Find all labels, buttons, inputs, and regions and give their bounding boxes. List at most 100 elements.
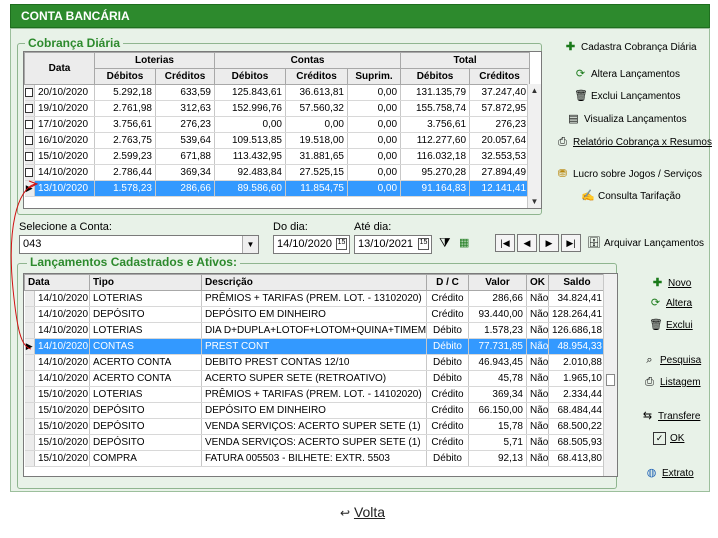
row-indicator[interactable]: [24, 402, 35, 419]
cobranca-row[interactable]: 14/10/2020 2.786,44 369,34 92.483,84 27.525,…: [24, 164, 531, 181]
cell: 14/10/2020: [34, 338, 90, 355]
lancamento-row[interactable]: 14/10/2020 ACERTO CONTA ACERTO SUPER SETE …: [24, 370, 606, 387]
cobranca-row[interactable]: 17/10/2020 3.756,61 276,23 0,00 0,00 0,00 3.75…: [24, 116, 531, 133]
cell: 11.854,75: [285, 180, 348, 197]
calendar-icon[interactable]: 15: [418, 238, 429, 250]
do-dia-field[interactable]: 14/10/2020 15: [273, 235, 350, 254]
globe-icon: ◍: [646, 467, 657, 479]
col-header[interactable]: Débitos: [214, 68, 286, 85]
lancamentos-scrollbar[interactable]: [603, 274, 617, 476]
calendar-icon[interactable]: 15: [336, 238, 347, 250]
cadastra-cobranca-button[interactable]: ✚ Cadastra Cobrança Diária: [564, 41, 697, 54]
altera-button[interactable]: ⟳ Altera: [649, 297, 692, 310]
cell: 14/10/2020: [34, 322, 90, 339]
filter-icon[interactable]: ⧩: [439, 235, 451, 251]
exclui-lancamentos-button[interactable]: 🗑 Exclui Lançamentos: [574, 90, 681, 103]
nav-last-button[interactable]: ▶|: [561, 234, 581, 252]
lancamento-row[interactable]: 15/10/2020 COMPRA FATURA 005503 - BILHETE:…: [24, 450, 606, 467]
row-indicator[interactable]: [24, 370, 35, 387]
col-header[interactable]: Tipo: [89, 274, 202, 291]
row-indicator[interactable]: [24, 386, 35, 403]
transfere-button[interactable]: ⇆ Transfere: [641, 410, 701, 423]
col-header[interactable]: Descrição: [201, 274, 427, 291]
cobranca-row[interactable]: ▶ 13/10/2020 1.578,23 286,66 89.586,60 11.854…: [24, 180, 531, 197]
lancamento-row[interactable]: 15/10/2020 DEPÓSITO VENDA SERVIÇOS: ACERTO…: [24, 434, 606, 451]
cell: 276,23: [469, 116, 531, 133]
nav-prev-button[interactable]: ◀: [517, 234, 537, 252]
cell: ACERTO CONTA: [89, 354, 202, 371]
lancamento-row[interactable]: 14/10/2020 DEPÓSITO DEPÓSITO EM DINHEIRO Cr…: [24, 306, 606, 323]
col-header[interactable]: Saldo: [548, 274, 606, 291]
cell: Crédito: [426, 434, 469, 451]
cell: 125.843,61: [214, 84, 286, 101]
ate-dia-label: Até dia:: [354, 221, 392, 233]
altera-lancamentos-button[interactable]: ⟳ Altera Lançamentos: [574, 68, 680, 81]
relatorio-button[interactable]: ⎙ Relatório Cobrança x Resumos: [556, 136, 712, 149]
refresh-icon: ⟳: [575, 68, 586, 80]
col-header[interactable]: OK: [526, 274, 549, 291]
ate-dia-field[interactable]: 13/10/2021 15: [354, 235, 432, 254]
lancamento-row[interactable]: 14/10/2020 LOTERIAS PRÊMIOS + TARIFAS (PRE…: [24, 290, 606, 307]
col-header[interactable]: D / C: [426, 274, 469, 291]
volta-button[interactable]: ↩ Volta: [340, 504, 385, 520]
row-indicator[interactable]: [24, 450, 35, 467]
lancamento-row[interactable]: 14/10/2020 LOTERIAS DIA D+DUPLA+LOTOF+LOTO…: [24, 322, 606, 339]
lancamento-row[interactable]: 15/10/2020 LOTERIAS PRÊMIOS + TARIFAS (PRE…: [24, 386, 606, 403]
ok-button[interactable]: ✓ OK: [653, 432, 684, 445]
lancamentos-grid[interactable]: Data Tipo Descrição D / C Valor OK Saldo…: [23, 273, 618, 477]
col-header[interactable]: Suprim.: [346, 68, 402, 85]
cell: 2.763,75: [94, 132, 156, 149]
cobranca-row[interactable]: 19/10/2020 2.761,98 312,63 152.996,76 57.560…: [24, 100, 531, 117]
consulta-tarifacao-button[interactable]: ✍ Consulta Tarifação: [581, 190, 681, 203]
cell: 2.010,88: [548, 354, 606, 371]
col-header[interactable]: Débitos: [400, 68, 471, 85]
col-header[interactable]: Débitos: [94, 68, 156, 85]
lancamento-row[interactable]: 14/10/2020 ACERTO CONTA DEBITO PREST CONTA…: [24, 354, 606, 371]
extrato-button[interactable]: ◍ Extrato: [645, 467, 694, 480]
row-indicator[interactable]: [24, 434, 35, 451]
cell: LOTERIAS: [89, 386, 202, 403]
cobranca-scrollbar[interactable]: ▲ ▼: [527, 84, 541, 208]
cobranca-row[interactable]: 16/10/2020 2.763,75 539,64 109.513,85 19.518…: [24, 132, 531, 149]
transfer-icon: ⇆: [642, 410, 653, 422]
novo-button[interactable]: ✚ Novo: [651, 277, 691, 290]
cell: 109.513,85: [214, 132, 286, 149]
arquivar-button[interactable]: 🗄 Arquivar Lançamentos: [587, 237, 704, 250]
window-body: Cobrança Diária Data Loterias Contas Tot…: [10, 28, 712, 492]
col-header[interactable]: Créditos: [155, 68, 215, 85]
col-header[interactable]: Créditos: [285, 68, 348, 85]
visualiza-lancamentos-button[interactable]: ▤ Visualiza Lançamentos: [567, 113, 686, 126]
next-icon: ▶: [545, 238, 553, 248]
cell: Não: [526, 322, 549, 339]
cell: 95.270,28: [400, 164, 471, 181]
lucro-button[interactable]: ⛃ Lucro sobre Jogos / Serviços: [556, 168, 702, 181]
lancamento-row[interactable]: 15/10/2020 DEPÓSITO VENDA SERVIÇOS: ACERTO…: [24, 418, 606, 435]
scroll-down-icon[interactable]: ▼: [528, 197, 541, 206]
first-icon: |◀: [500, 238, 510, 248]
pesquisa-button[interactable]: ⌕ Pesquisa: [643, 354, 701, 367]
col-group-contas: Contas: [213, 52, 402, 69]
lancamentos-legend: Lançamentos Cadastrados e Ativos:: [27, 255, 240, 269]
cobranca-row[interactable]: 15/10/2020 2.599,23 671,88 113.432,95 31.881…: [24, 148, 531, 165]
cell: 671,88: [155, 148, 215, 165]
row-indicator[interactable]: [24, 418, 35, 435]
cell: Não: [526, 434, 549, 451]
listagem-button[interactable]: ⎙ Listagem: [643, 376, 700, 389]
chevron-down-icon[interactable]: ▼: [242, 236, 258, 253]
nav-first-button[interactable]: |◀: [495, 234, 515, 252]
cell: 2.599,23: [94, 148, 156, 165]
lancamento-row[interactable]: ▶ 14/10/2020 CONTAS PREST CONT Débito 77.731,…: [24, 338, 606, 355]
exclui-button[interactable]: 🗑 Exclui: [649, 319, 693, 332]
scroll-up-icon[interactable]: ▲: [528, 86, 541, 95]
excel-icon[interactable]: ▦: [459, 236, 469, 249]
cobranca-row[interactable]: 20/10/2020 5.292,18 633,59 125.843,61 36.613…: [24, 84, 531, 101]
lancamento-row[interactable]: 15/10/2020 DEPÓSITO DEPÓSITO EM DINHEIRO Cr…: [24, 402, 606, 419]
cell: 2.334,44: [548, 386, 606, 403]
nav-next-button[interactable]: ▶: [539, 234, 559, 252]
scroll-thumb[interactable]: [606, 374, 615, 386]
cobranca-grid[interactable]: Data Loterias Contas Total Débitos Crédi…: [23, 51, 542, 209]
cell: 633,59: [155, 84, 215, 101]
col-header[interactable]: Créditos: [469, 68, 531, 85]
conta-select[interactable]: 043 ▼: [19, 235, 259, 254]
col-header[interactable]: Valor: [468, 274, 527, 291]
